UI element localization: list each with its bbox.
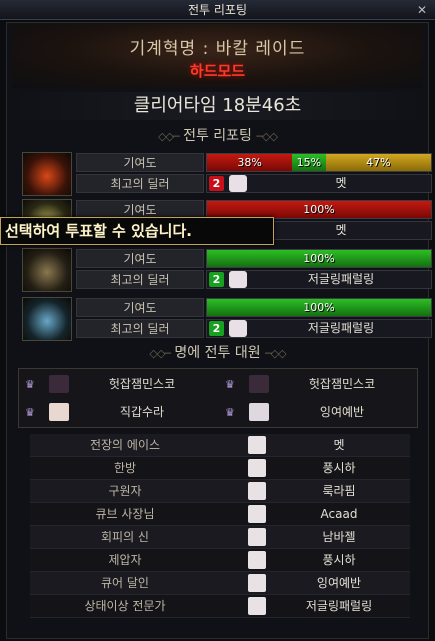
award-row[interactable]: 큐브 사장님 Acaad bbox=[30, 503, 410, 526]
section-report-header: ◇◇─ 전투 리포팅 ─◇◇ bbox=[12, 126, 423, 146]
award-row[interactable]: 큐어 달인 잉여예반 bbox=[30, 572, 410, 595]
avatar bbox=[229, 320, 247, 337]
rank-icon: 2 bbox=[209, 272, 224, 287]
section-report-title: 전투 리포팅 bbox=[183, 128, 252, 144]
party-member-name: 잉여예반 bbox=[319, 405, 365, 419]
rank-icon: 2 bbox=[209, 176, 224, 191]
avatar bbox=[49, 403, 69, 421]
contribution-label: 기여도 bbox=[76, 298, 204, 317]
vote-tooltip: 선택하여 투표할 수 있습니다. bbox=[0, 217, 274, 245]
party-member-name: 직갑수라 bbox=[119, 405, 165, 419]
award-winner: Acaad bbox=[320, 507, 358, 521]
best-dealer-label: 최고의 딜러 bbox=[76, 270, 204, 289]
party-member[interactable]: ♛ 직갑수라 bbox=[19, 399, 215, 426]
section-party-header: ◇◇─ 명에 전투 대원 ─◇◇ bbox=[12, 343, 423, 363]
award-row[interactable]: 상태이상 전문가 저글링패럴링 bbox=[30, 595, 410, 618]
contribution-segment: 47% bbox=[325, 154, 431, 171]
ornament-icon: ─◇◇ bbox=[265, 347, 287, 360]
ornament-icon: ◇◇─ bbox=[158, 130, 180, 143]
contribution-label: 기여도 bbox=[76, 153, 204, 172]
best-dealer-label: 최고의 딜러 bbox=[76, 174, 204, 193]
award-title: 한방 bbox=[113, 461, 137, 475]
contribution-segment: 100% bbox=[207, 201, 431, 218]
close-icon[interactable]: ✕ bbox=[415, 3, 429, 17]
ornament-icon: ─◇◇ bbox=[256, 130, 278, 143]
best-dealer-cell[interactable]: 2 저글링패럴링 bbox=[206, 270, 432, 289]
dealer-name: 저글링패럴링 bbox=[307, 272, 375, 286]
best-dealer-label: 최고의 딜러 bbox=[76, 319, 204, 338]
contribution-label: 기여도 bbox=[76, 249, 204, 268]
avatar bbox=[249, 375, 269, 393]
avatar bbox=[248, 597, 266, 615]
best-dealer-cell[interactable]: 2 멧 bbox=[206, 174, 432, 193]
award-winner: 남바젤 bbox=[322, 530, 356, 544]
party-member[interactable]: ♛ 잉여예반 bbox=[219, 399, 415, 426]
report-row[interactable]: 기여도 100% 최고의 딜러 2 저글링패럴링 bbox=[20, 248, 432, 292]
avatar bbox=[49, 375, 69, 393]
award-title: 회피의 신 bbox=[101, 530, 149, 544]
report-row[interactable]: 기여도 100% 최고의 딜러 2 저글링패럴링 bbox=[20, 297, 432, 341]
boss-portrait bbox=[22, 297, 72, 341]
award-winner: 풍시하 bbox=[322, 461, 356, 475]
window-titlebar: 전투 리포팅 ✕ bbox=[0, 0, 435, 20]
rank-icon: 2 bbox=[209, 321, 224, 336]
raid-mode: 하드모드 bbox=[189, 62, 246, 80]
crown-icon: ♛ bbox=[25, 378, 35, 391]
raid-header: 기계혁명 : 바칼 레이드 하드모드 bbox=[12, 24, 423, 88]
crown-icon: ♛ bbox=[225, 406, 235, 419]
contribution-bar: 38% 15% 47% bbox=[206, 153, 432, 172]
report-row[interactable]: 기여도 38% 15% 47% 최고의 딜러 2 멧 bbox=[20, 152, 432, 196]
avatar bbox=[248, 436, 266, 454]
ornament-icon: ◇◇─ bbox=[149, 347, 171, 360]
award-row[interactable]: 제압자 풍시하 bbox=[30, 549, 410, 572]
contribution-segment: 100% bbox=[207, 299, 431, 316]
party-grid: ♛ 헛잡잼민스코 ♛ 헛잡잼민스코 ♛ 직갑수라 ♛ 잉여예반 bbox=[18, 368, 418, 428]
party-member-name: 헛잡잼민스코 bbox=[308, 377, 376, 391]
dealer-name: 저글링패럴링 bbox=[307, 321, 375, 335]
award-title: 제압자 bbox=[108, 553, 142, 567]
clear-time: 클리어타임 18분46초 bbox=[12, 92, 423, 120]
party-member[interactable]: ♛ 헛잡잼민스코 bbox=[19, 371, 215, 398]
avatar bbox=[229, 175, 247, 192]
award-row[interactable]: 한방 풍시하 bbox=[30, 457, 410, 480]
raid-title: 기계혁명 : 바칼 레이드 bbox=[129, 39, 306, 59]
avatar bbox=[248, 482, 266, 500]
award-title: 큐브 사장님 bbox=[95, 507, 155, 521]
avatar bbox=[249, 403, 269, 421]
award-winner: 잉여예반 bbox=[316, 576, 362, 590]
award-row[interactable]: 구원자 룩라핌 bbox=[30, 480, 410, 503]
award-title: 구원자 bbox=[108, 484, 142, 498]
party-member[interactable]: ♛ 헛잡잼민스코 bbox=[219, 371, 415, 398]
contribution-segment: 100% bbox=[207, 250, 431, 267]
crown-icon: ♛ bbox=[25, 406, 35, 419]
avatar bbox=[248, 551, 266, 569]
award-title: 전장의 에이스 bbox=[89, 438, 161, 452]
avatar bbox=[229, 271, 247, 288]
party-member-name: 헛잡잼민스코 bbox=[108, 377, 176, 391]
avatar bbox=[248, 459, 266, 477]
award-title: 상태이상 전문가 bbox=[84, 599, 166, 613]
contribution-segment: 15% bbox=[292, 154, 326, 171]
boss-portrait bbox=[22, 248, 72, 292]
avatar bbox=[248, 505, 266, 523]
contribution-bar: 100% bbox=[206, 298, 432, 317]
contribution-bar: 100% bbox=[206, 249, 432, 268]
award-row[interactable]: 전장의 에이스 멧 bbox=[30, 434, 410, 457]
award-winner: 룩라핌 bbox=[322, 484, 356, 498]
contribution-segment: 38% bbox=[207, 154, 293, 171]
award-title: 큐어 달인 bbox=[101, 576, 149, 590]
avatar bbox=[248, 574, 266, 592]
award-row[interactable]: 회피의 신 남바젤 bbox=[30, 526, 410, 549]
award-winner: 멧 bbox=[333, 438, 345, 452]
award-winner: 풍시하 bbox=[322, 553, 356, 567]
crown-icon: ♛ bbox=[225, 378, 235, 391]
dealer-name: 멧 bbox=[335, 223, 347, 237]
section-party-title: 명에 전투 대원 bbox=[174, 345, 261, 361]
boss-portrait bbox=[22, 152, 72, 196]
window-title: 전투 리포팅 bbox=[187, 3, 247, 17]
best-dealer-cell[interactable]: 2 저글링패럴링 bbox=[206, 319, 432, 338]
dealer-name: 멧 bbox=[335, 176, 347, 190]
award-winner: 저글링패럴링 bbox=[305, 599, 373, 613]
avatar bbox=[248, 528, 266, 546]
